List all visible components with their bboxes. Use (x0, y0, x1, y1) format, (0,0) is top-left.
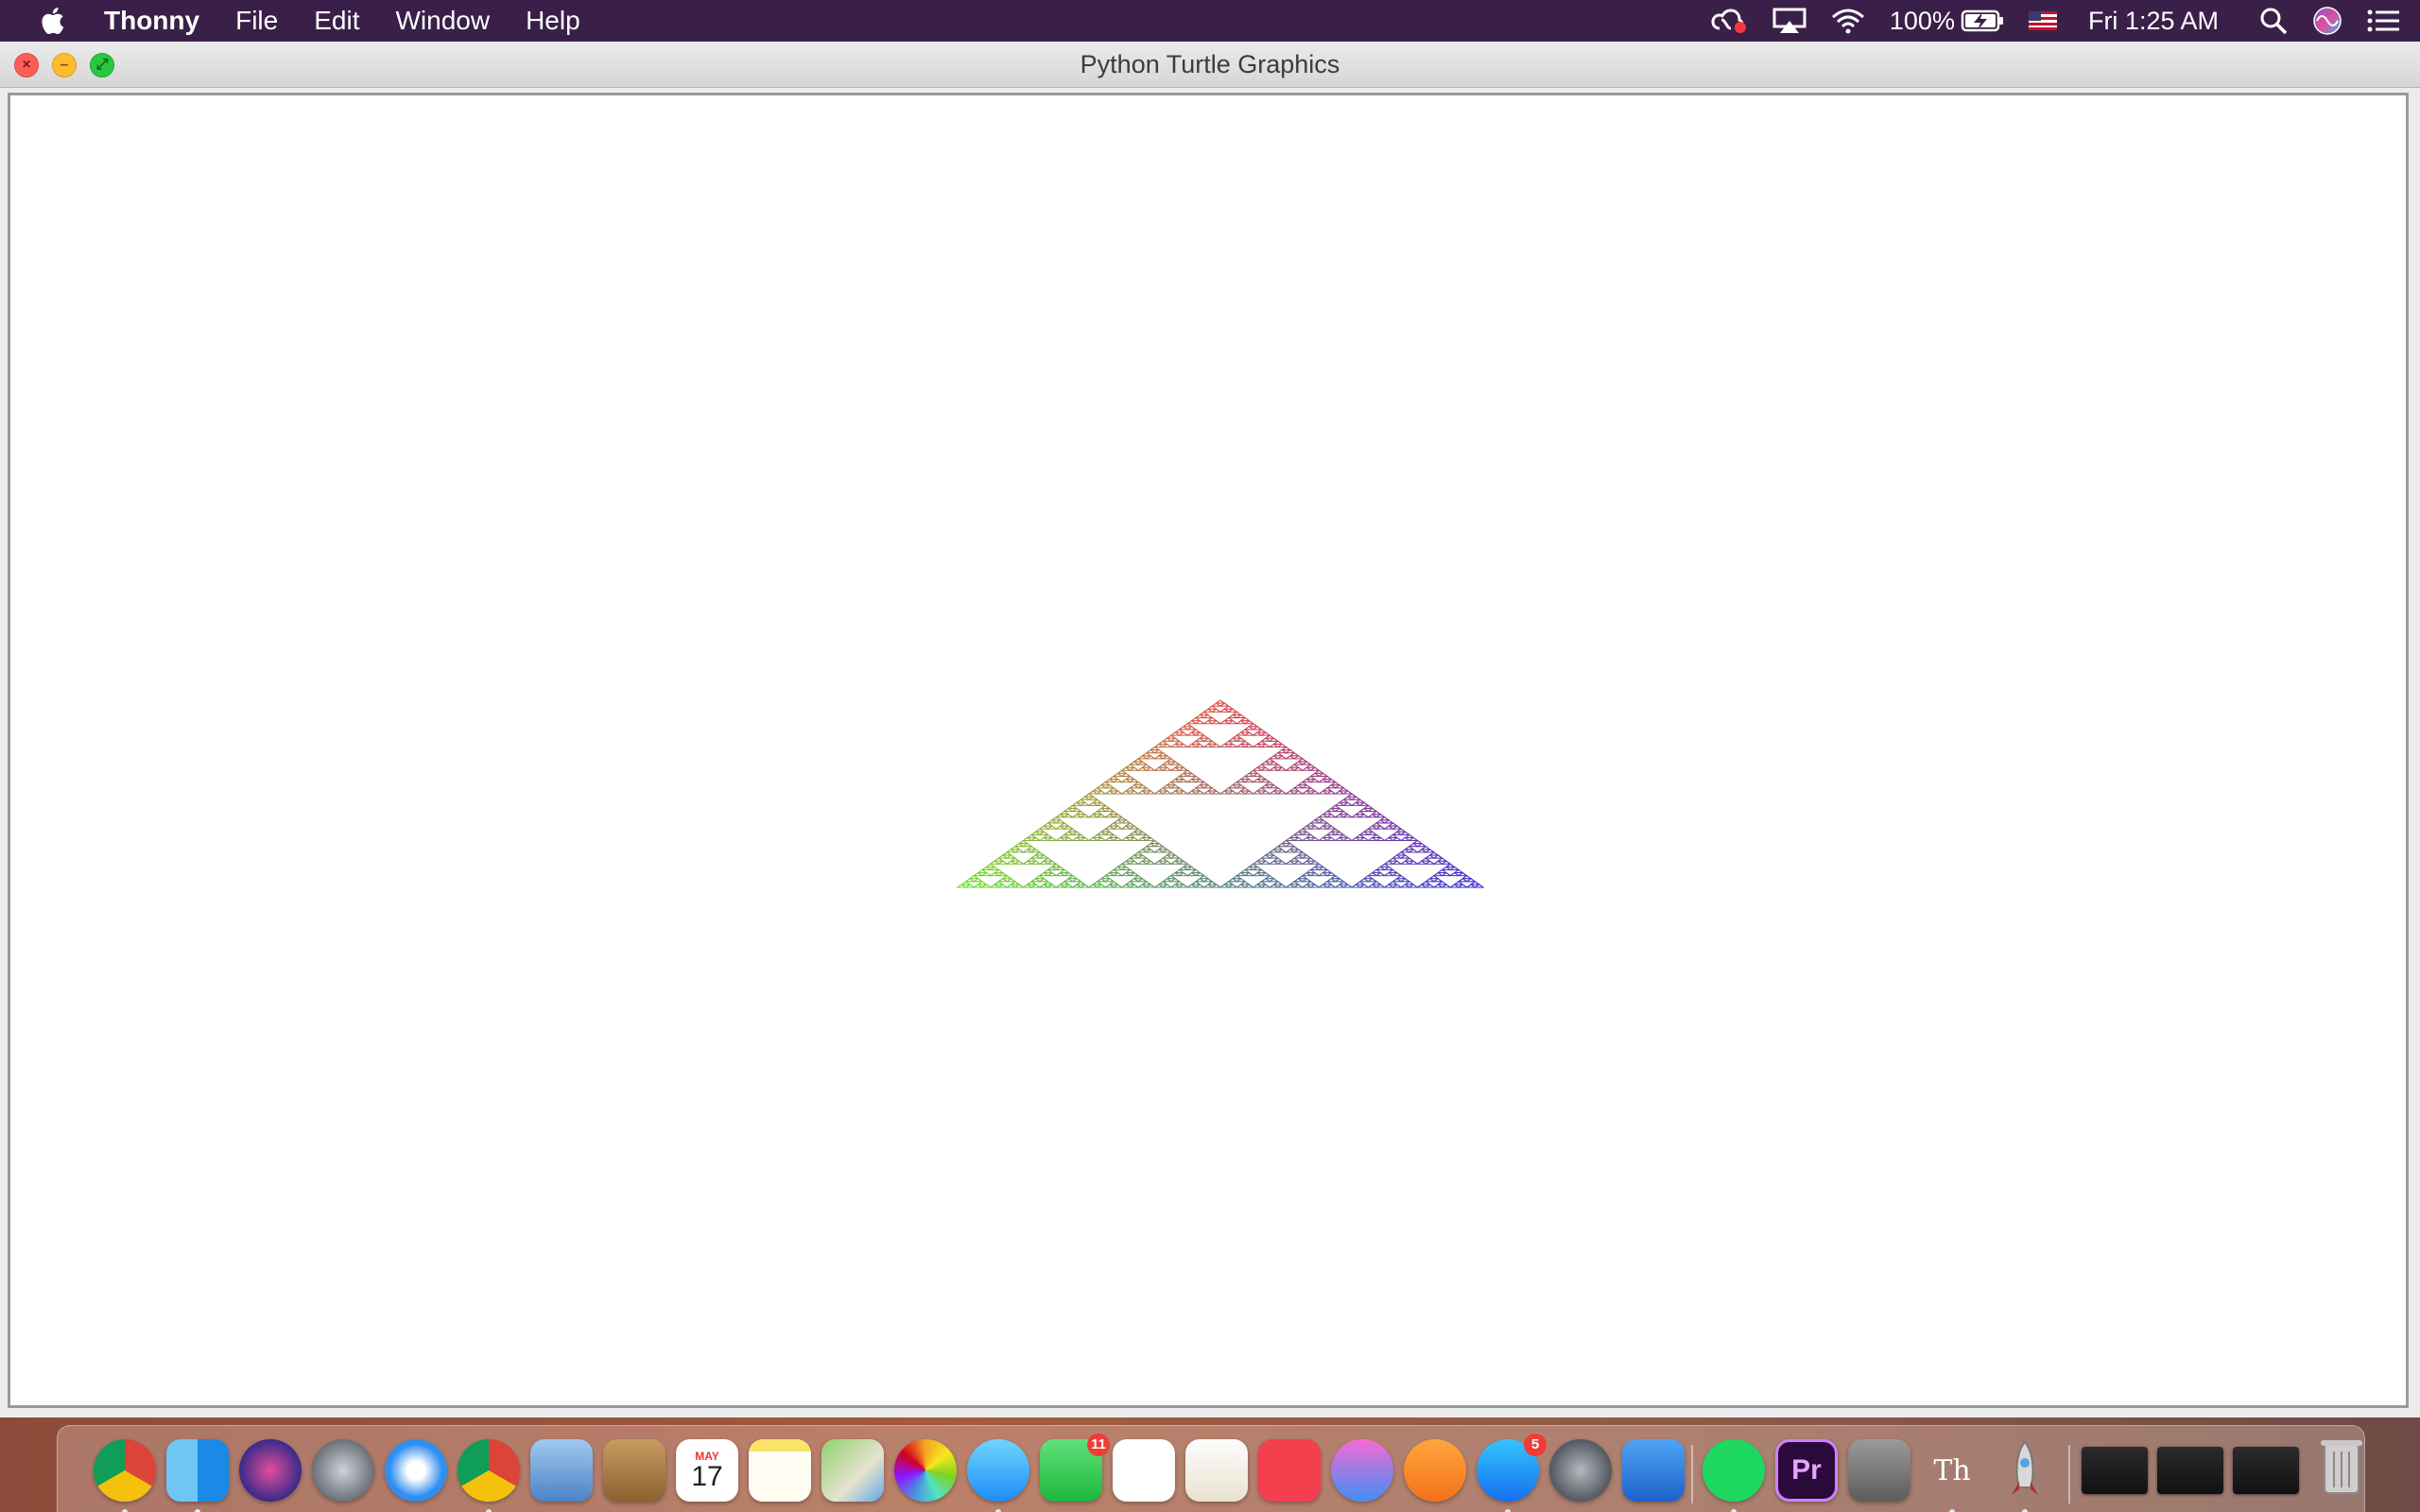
chrome-icon (458, 1439, 520, 1502)
turtle-canvas[interactable] (8, 93, 2409, 1408)
spotify-icon (1703, 1439, 1765, 1502)
window-title: Python Turtle Graphics (1080, 50, 1340, 78)
dock-photos-button[interactable] (894, 1439, 957, 1502)
menu-file[interactable]: File (217, 0, 296, 42)
siri-icon (239, 1439, 302, 1502)
dock-calendar-button[interactable]: MAY 17 (676, 1439, 738, 1502)
notes-icon (749, 1439, 811, 1502)
dock-pages-button[interactable] (1185, 1439, 1248, 1502)
menu-app-name[interactable]: Thonny (104, 0, 217, 42)
dock-news-button[interactable] (1258, 1439, 1321, 1502)
dock-siri-button[interactable] (239, 1439, 302, 1502)
dock-numbers-button[interactable] (1113, 1439, 1175, 1502)
dock-chrome-button[interactable] (458, 1439, 520, 1502)
menu-edit[interactable]: Edit (296, 0, 377, 42)
menu-help[interactable]: Help (508, 0, 598, 42)
wifi-icon[interactable] (1819, 0, 1877, 42)
dock-system-preferences-button[interactable] (1549, 1439, 1612, 1502)
dock-books-button[interactable] (1404, 1439, 1466, 1502)
dock-maps-button[interactable] (821, 1439, 884, 1502)
dock-separator (1691, 1445, 1693, 1503)
dock-chrome-button[interactable] (94, 1439, 156, 1502)
photos-icon (894, 1439, 957, 1502)
news-icon (1258, 1439, 1321, 1502)
contacts-icon (603, 1439, 666, 1502)
mail-icon (530, 1439, 593, 1502)
dock-calculator-button[interactable] (1848, 1439, 1910, 1502)
us-flag-input-icon[interactable] (2016, 0, 2069, 42)
calendar-day: 17 (691, 1461, 723, 1492)
dock-contacts-button[interactable] (603, 1439, 666, 1502)
screen: Thonny File Edit Window Help 100% Fri 1:… (0, 0, 2420, 1512)
dock-thonny-button[interactable]: Th (1921, 1439, 1983, 1502)
notification-badge: 11 (1087, 1434, 1110, 1456)
window-titlebar[interactable]: × – ⤢ Python Turtle Graphics (0, 42, 2420, 88)
dock-premiere-button[interactable]: Pr (1775, 1439, 1838, 1502)
dock-separator (2068, 1445, 2070, 1503)
thonny-icon: Th (1933, 1453, 1971, 1487)
books-icon (1404, 1439, 1466, 1502)
minimized-window-thumbnail[interactable] (2082, 1447, 2148, 1494)
battery-percent[interactable]: 100% (1877, 0, 1959, 42)
menu-bar: Thonny File Edit Window Help 100% Fri 1:… (0, 0, 2420, 42)
safari-icon (385, 1439, 447, 1502)
dock-safari-button[interactable] (385, 1439, 447, 1502)
maps-icon (821, 1439, 884, 1502)
music-icon (1331, 1439, 1393, 1502)
dock: MAY 17 11 5 Pr Th (57, 1425, 2365, 1512)
spotlight-search-icon[interactable] (2247, 0, 2300, 42)
siri-icon[interactable] (2300, 0, 2355, 42)
dock-trash-button[interactable] (2310, 1439, 2373, 1502)
system-preferences-icon (1549, 1439, 1612, 1502)
dock-notes-button[interactable] (749, 1439, 811, 1502)
chrome-icon (94, 1439, 156, 1502)
apple-menu[interactable] (0, 0, 104, 42)
keynote-icon (1622, 1439, 1685, 1502)
numbers-icon (1113, 1439, 1175, 1502)
notification-badge: 5 (1524, 1434, 1547, 1456)
menu-clock[interactable]: Fri 1:25 AM (2069, 0, 2247, 42)
turtle-stroke (1214, 699, 1227, 704)
dock-mail-button[interactable] (530, 1439, 593, 1502)
notification-center-icon[interactable] (2355, 0, 2420, 42)
menu-window[interactable]: Window (377, 0, 508, 42)
dock-spotify-button[interactable] (1703, 1439, 1765, 1502)
dock-keynote-button[interactable] (1622, 1439, 1685, 1502)
apple-logo-icon (42, 8, 64, 35)
calendar-icon: MAY 17 (676, 1439, 738, 1502)
battery-charging-icon[interactable] (1959, 0, 2016, 42)
desktop-wallpaper-strip: MAY 17 11 5 Pr Th (0, 1418, 2420, 1512)
sierpinski-group (956, 699, 1485, 888)
launchpad-icon (312, 1439, 374, 1502)
rocket-icon (1994, 1439, 2056, 1502)
menu-bar-status: 100% Fri 1:25 AM (1698, 0, 2420, 42)
trash-icon (2319, 1436, 2364, 1504)
dock-messages-button[interactable] (967, 1439, 1029, 1502)
pages-icon (1185, 1439, 1248, 1502)
menu-bar-left: Thonny File Edit Window Help (0, 0, 598, 42)
sierpinski-triangle-drawing (956, 699, 1485, 888)
calculator-icon (1848, 1439, 1910, 1502)
finder-icon (166, 1439, 229, 1502)
dock-facetime-button[interactable]: 11 (1040, 1434, 1110, 1502)
messages-icon (967, 1439, 1029, 1502)
airplay-icon[interactable] (1760, 0, 1819, 42)
dock-launchpad-button[interactable] (312, 1439, 374, 1502)
turtle-graphics-window: × – ⤢ Python Turtle Graphics (0, 42, 2420, 1418)
minimized-window-thumbnail[interactable] (2233, 1447, 2299, 1494)
premiere-icon: Pr (1791, 1454, 1822, 1486)
dock-music-button[interactable] (1331, 1439, 1393, 1502)
creative-cloud-icon[interactable] (1698, 0, 1760, 42)
dock-app-store-button[interactable]: 5 (1477, 1434, 1547, 1502)
dock-finder-button[interactable] (166, 1439, 229, 1502)
dock-rocket-button[interactable] (1994, 1439, 2056, 1502)
minimized-window-thumbnail[interactable] (2157, 1447, 2223, 1494)
